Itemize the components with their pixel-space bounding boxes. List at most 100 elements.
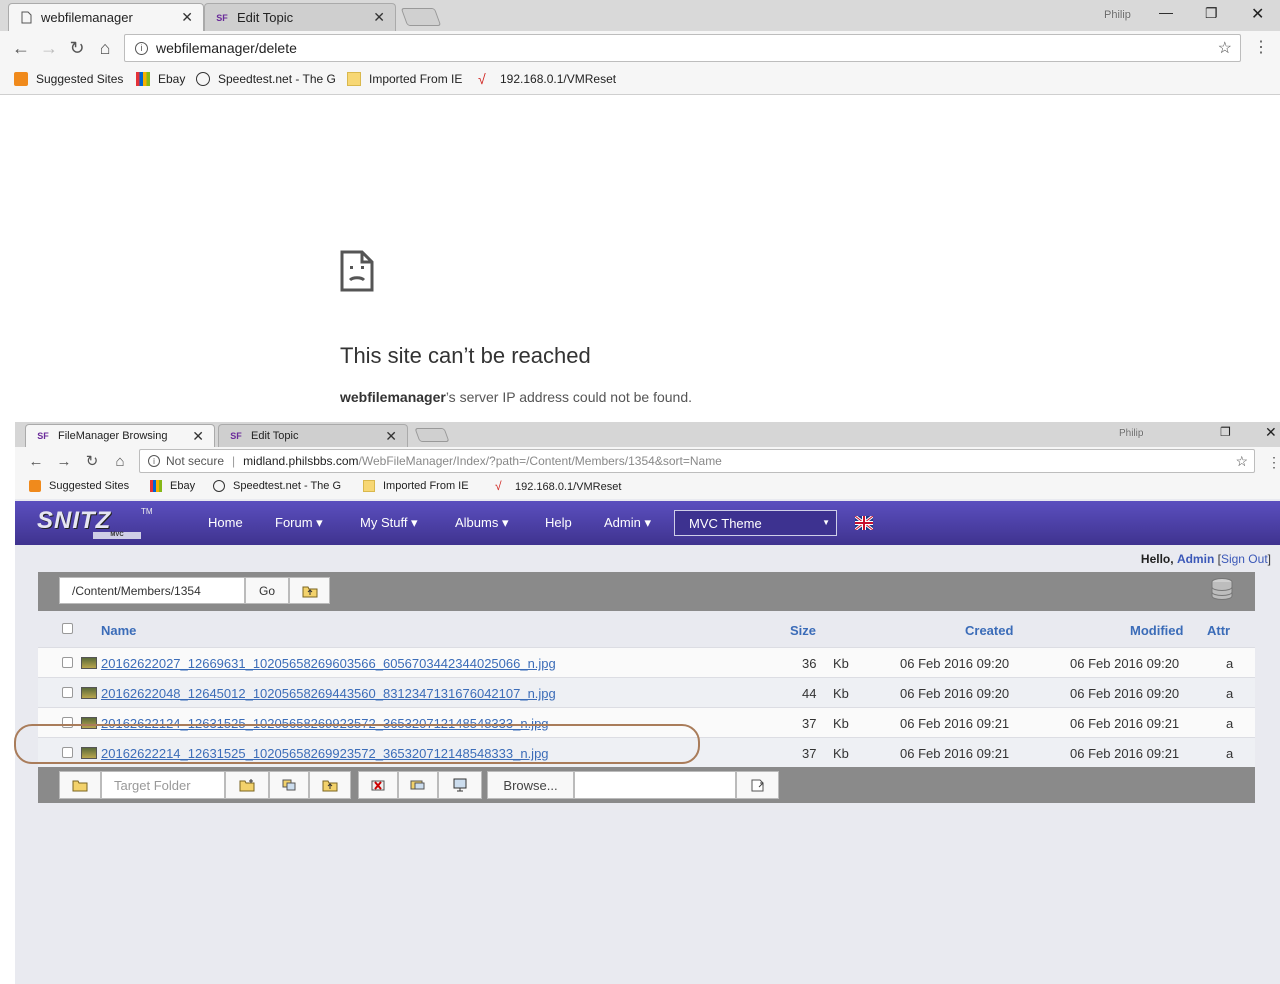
row-checkbox[interactable] — [62, 687, 73, 698]
close-icon[interactable]: ✕ — [373, 9, 385, 26]
delete-button[interactable] — [358, 771, 398, 799]
close-window-button[interactable]: ✕ — [1265, 424, 1277, 441]
file-name-link[interactable]: 20162622048_12645012_10205658269443560_8… — [101, 686, 556, 701]
bookmark-ebay[interactable]: Ebay — [150, 480, 195, 492]
logo-sub: MVC — [93, 532, 141, 539]
folder-up-button[interactable] — [289, 577, 330, 604]
path-input[interactable]: /Content/Members/1354 — [59, 577, 245, 604]
row-checkbox[interactable] — [62, 657, 73, 668]
close-window-button[interactable]: ✕ — [1251, 4, 1264, 24]
theme-select[interactable]: MVC Theme ▼ — [674, 510, 837, 536]
speedtest-gauge-icon — [196, 72, 210, 86]
top-browser-window: webfilemanager ✕ SF Edit Topic ✕ Philip … — [0, 0, 1280, 420]
bookmark-label: Imported From IE — [369, 72, 463, 86]
rename-icon — [410, 780, 425, 790]
file-size-unit: Kb — [833, 716, 849, 731]
header-modified[interactable]: Modified — [1130, 623, 1183, 638]
top-tabstrip: webfilemanager ✕ SF Edit Topic ✕ Philip … — [0, 0, 1280, 31]
nav-home[interactable]: Home — [208, 515, 243, 530]
back-arrow-icon[interactable]: ← — [10, 37, 32, 59]
forward-arrow-icon[interactable]: → — [38, 37, 60, 59]
address-bar[interactable]: i Not secure | midland.philsbbs.com /Web… — [139, 449, 1255, 473]
header-created[interactable]: Created — [965, 623, 1013, 638]
path-bar: /Content/Members/1354 Go — [38, 572, 1255, 611]
info-icon[interactable]: i — [135, 41, 148, 55]
menu-icon[interactable]: ⋮ — [1250, 37, 1272, 59]
tab-webfilemanager[interactable]: webfilemanager ✕ — [8, 3, 204, 31]
snitz-favicon-icon: SF — [216, 12, 228, 23]
file-size-unit: Kb — [833, 656, 849, 671]
reload-icon[interactable]: ↻ — [66, 37, 88, 59]
table-row[interactable]: 20162622048_12645012_10205658269443560_8… — [38, 677, 1255, 707]
nav-admin[interactable]: Admin ▾ — [604, 515, 651, 531]
download-button[interactable] — [438, 771, 482, 799]
info-icon[interactable]: i — [148, 455, 160, 467]
minimize-button[interactable]: — — [1159, 4, 1173, 20]
select-all-checkbox[interactable] — [62, 623, 73, 634]
profile-name[interactable]: Philip — [1119, 428, 1143, 439]
rename-button[interactable] — [398, 771, 438, 799]
bottom-toolbar: ← → ↻ ⌂ i Not secure | midland.philsbbs.… — [15, 447, 1280, 475]
tab-label: Edit Topic — [251, 430, 299, 442]
restore-button[interactable]: ❐ — [1220, 425, 1231, 439]
reload-icon[interactable]: ↻ — [81, 451, 103, 473]
uk-flag-icon[interactable] — [855, 516, 873, 530]
browse-button[interactable]: Browse... — [487, 771, 574, 799]
new-folder-icon — [239, 779, 255, 792]
close-icon[interactable]: ✕ — [385, 428, 397, 445]
checkmark-icon: √ — [495, 479, 502, 493]
nav-albums[interactable]: Albums ▾ — [455, 515, 509, 531]
upload-button[interactable] — [736, 771, 779, 799]
bookmark-ebay[interactable]: Ebay — [136, 72, 185, 86]
header-size[interactable]: Size — [790, 623, 816, 638]
new-tab-button[interactable] — [414, 428, 450, 442]
nav-help[interactable]: Help — [545, 515, 572, 530]
bookmark-speedtest[interactable]: Speedtest.net - The G — [213, 480, 341, 492]
nav-my-stuff[interactable]: My Stuff ▾ — [360, 515, 418, 531]
profile-name[interactable]: Philip — [1104, 9, 1131, 21]
tab-edit-topic[interactable]: SF Edit Topic ✕ — [218, 424, 408, 447]
forward-arrow-icon[interactable]: → — [53, 451, 75, 473]
star-icon[interactable]: ☆ — [1218, 38, 1232, 58]
target-folder-input[interactable]: Target Folder — [101, 771, 225, 799]
address-bar[interactable]: i webfilemanager/delete ☆ — [124, 34, 1241, 62]
bookmark-imported-from-ie[interactable]: Imported From IE — [347, 72, 462, 86]
monitor-icon — [453, 778, 467, 792]
bookmark-suggested-sites[interactable]: Suggested Sites — [29, 480, 129, 492]
new-tab-button[interactable] — [400, 8, 442, 26]
close-icon[interactable]: ✕ — [181, 9, 193, 26]
bookmark-speedtest[interactable]: Speedtest.net - The G — [196, 72, 336, 86]
back-arrow-icon[interactable]: ← — [25, 451, 47, 473]
folder-button[interactable] — [59, 771, 101, 799]
home-icon[interactable]: ⌂ — [94, 37, 116, 59]
tab-filemanager-browsing[interactable]: SF FileManager Browsing ✕ — [25, 424, 215, 447]
table-row[interactable]: 20162622027_12669631_10205658269603566_6… — [38, 647, 1255, 677]
close-icon[interactable]: ✕ — [192, 428, 204, 445]
sign-out-link[interactable]: Sign Out — [1221, 552, 1268, 566]
header-name[interactable]: Name — [101, 623, 136, 638]
folder-up-icon — [302, 586, 317, 597]
error-host: webfilemanager — [340, 389, 446, 405]
star-icon[interactable]: ☆ — [1235, 453, 1248, 470]
snitz-logo[interactable]: SNITZ MVC TM — [37, 507, 153, 539]
new-folder-button[interactable] — [225, 771, 269, 799]
go-button[interactable]: Go — [245, 577, 289, 604]
nav-forum[interactable]: Forum ▾ — [275, 515, 323, 531]
file-name-link[interactable]: 20162622027_12669631_10205658269603566_6… — [101, 656, 556, 671]
bookmark-imported-from-ie[interactable]: Imported From IE — [363, 480, 469, 492]
move-button[interactable] — [309, 771, 351, 799]
header-attr[interactable]: Attr — [1207, 623, 1230, 638]
bookmark-vmreset[interactable]: √ 192.168.0.1/VMReset — [478, 72, 616, 86]
database-icon[interactable] — [1210, 577, 1234, 601]
hello-user: Hello, Admin [Sign Out] — [1140, 552, 1271, 566]
bookmark-label: Ebay — [170, 480, 196, 492]
home-icon[interactable]: ⌂ — [109, 451, 131, 473]
restore-button[interactable]: ❐ — [1205, 5, 1218, 22]
upload-file-input[interactable] — [574, 771, 736, 799]
bookmark-suggested-sites[interactable]: Suggested Sites — [14, 72, 123, 86]
tab-edit-topic[interactable]: SF Edit Topic ✕ — [204, 3, 396, 31]
copy-button[interactable] — [269, 771, 309, 799]
user-link[interactable]: Admin — [1177, 552, 1214, 566]
bookmark-vmreset[interactable]: √ 192.168.0.1/VMReset — [495, 480, 621, 494]
menu-icon[interactable]: ⋮ — [1263, 451, 1280, 473]
